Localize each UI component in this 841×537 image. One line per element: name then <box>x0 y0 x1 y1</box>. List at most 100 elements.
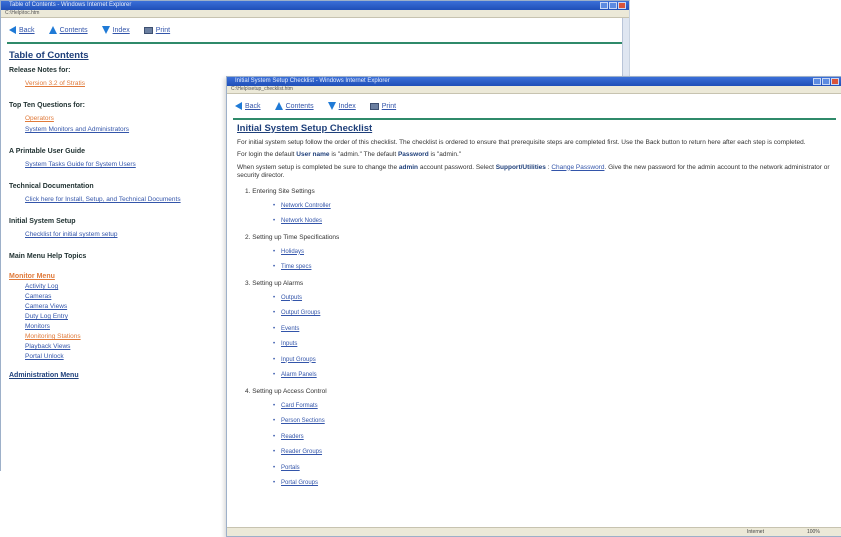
step-item-link[interactable]: Network Controller <box>281 203 331 209</box>
print-button[interactable]: Print <box>369 102 397 110</box>
back-label: Back <box>245 102 261 110</box>
login-text-2: is "admin." The default <box>329 151 398 158</box>
down-arrow-icon <box>327 102 336 110</box>
contents-button[interactable]: Contents <box>274 102 314 110</box>
user-name-label: User name <box>296 151 330 158</box>
step-item-link[interactable]: Input Groups <box>281 357 316 363</box>
step-item-link[interactable]: Events <box>281 326 299 332</box>
checklist-window-title: Initial System Setup Checklist - Windows… <box>235 78 390 84</box>
step-label: 1. Entering Site Settings <box>245 187 315 195</box>
step-item: Alarm Panels <box>273 368 832 384</box>
step-item: Portals <box>273 461 832 477</box>
back-label: Back <box>19 26 35 34</box>
step-item: Portal Groups <box>273 476 832 492</box>
contents-label: Contents <box>285 102 314 110</box>
contents-button[interactable]: Contents <box>48 26 88 34</box>
checklist-step: 2. Setting up Time Specifications Holiday… <box>245 233 832 276</box>
step-item: Card Formats <box>273 399 832 415</box>
back-arrow-icon <box>9 26 16 34</box>
step-item-list: Holidays Time specs <box>245 245 832 276</box>
step-item-list: Outputs Output Groups Events Inputs Input Gr… <box>245 291 832 384</box>
password-paragraph: When system setup is completed be sure t… <box>237 164 832 181</box>
step-item-link[interactable]: Alarm Panels <box>281 372 317 378</box>
step-item: Outputs <box>273 291 832 307</box>
checklist-toolbar: Back Contents Index Print <box>227 94 841 118</box>
admin-label: admin <box>398 163 419 171</box>
step-item: Person Sections <box>273 414 832 430</box>
support-utilities-label: Support/Utilities <box>495 163 546 171</box>
close-button[interactable] <box>618 2 626 9</box>
step-item: Readers <box>273 430 832 446</box>
print-label: Print <box>381 102 397 110</box>
checklist-step: 1. Entering Site Settings Network Control… <box>245 187 832 230</box>
checklist-window-titlebar: Initial System Setup Checklist - Windows… <box>227 77 841 86</box>
index-button[interactable]: Index <box>327 102 356 110</box>
toc-address-text: C:\Help\toc.htm <box>5 10 40 16</box>
step-item-link[interactable]: Readers <box>281 434 304 440</box>
toc-window-title: Table of Contents - Windows Internet Exp… <box>9 2 132 8</box>
window-controls <box>600 2 626 9</box>
toc-scrollbar[interactable] <box>622 18 629 76</box>
page-title: Initial System Setup Checklist <box>237 123 373 134</box>
step-item: Input Groups <box>273 353 832 369</box>
step-item: Network Controller <box>273 199 832 215</box>
back-button[interactable]: Back <box>9 26 35 34</box>
step-item: Holidays <box>273 245 832 261</box>
step-label: 2. Setting up Time Specifications <box>245 233 340 241</box>
step-label: 3. Setting up Alarms <box>245 279 304 287</box>
pw-text-2: account password. Select <box>418 163 496 171</box>
step-item: Events <box>273 322 832 338</box>
checklist-step: 3. Setting up Alarms Outputs Output Groups… <box>245 279 832 384</box>
step-item: Inputs <box>273 337 832 353</box>
toc-window-titlebar: Table of Contents - Windows Internet Exp… <box>1 1 629 10</box>
print-label: Print <box>155 26 171 34</box>
step-item: Network Nodes <box>273 214 832 230</box>
step-item-link[interactable]: Network Nodes <box>281 218 322 224</box>
print-button[interactable]: Print <box>143 26 171 34</box>
step-item-link[interactable]: Card Formats <box>281 403 318 409</box>
step-item-link[interactable]: Time specs <box>281 264 311 270</box>
step-item-link[interactable]: Person Sections <box>281 418 325 424</box>
back-button[interactable]: Back <box>235 102 261 110</box>
step-item-link[interactable]: Outputs <box>281 295 302 301</box>
step-item-list: Network Controller Network Nodes <box>245 199 832 230</box>
login-paragraph: For login the default User name is "admi… <box>237 151 832 160</box>
step-item-link[interactable]: Reader Groups <box>281 449 322 455</box>
toc-section-heading: Release Notes for: <box>9 67 71 74</box>
back-arrow-icon <box>235 102 242 110</box>
up-arrow-icon <box>274 102 283 110</box>
maximize-button[interactable] <box>822 78 830 85</box>
checklist-address-bar[interactable]: C:\Help\setup_checklist.htm <box>227 86 841 94</box>
step-item-link[interactable]: Inputs <box>281 341 297 347</box>
minimize-button[interactable] <box>813 78 821 85</box>
window-controls <box>813 78 839 85</box>
checklist-content: Initial System Setup Checklist For initi… <box>227 120 841 494</box>
step-item: Time specs <box>273 260 832 276</box>
toc-title: Table of Contents <box>9 50 89 61</box>
step-item-link[interactable]: Portal Groups <box>281 480 318 486</box>
toc-toolbar: Back Contents Index Print <box>1 18 629 42</box>
step-item-link[interactable]: Holidays <box>281 249 304 255</box>
step-item: Reader Groups <box>273 445 832 461</box>
step-item-link[interactable]: Output Groups <box>281 310 320 316</box>
print-icon <box>143 26 153 34</box>
intro-paragraph: For initial system setup follow the orde… <box>237 138 806 146</box>
step-item-list: Card Formats Person Sections Readers Reader… <box>245 399 832 492</box>
step-item-link[interactable]: Portals <box>281 465 300 471</box>
down-arrow-icon <box>101 26 110 34</box>
minimize-button[interactable] <box>600 2 608 9</box>
index-label: Index <box>338 102 356 110</box>
index-button[interactable]: Index <box>101 26 130 34</box>
checklist-window: Initial System Setup Checklist - Windows… <box>226 76 841 537</box>
login-text-3: is "admin." <box>428 151 462 158</box>
maximize-button[interactable] <box>609 2 617 9</box>
toc-address-bar[interactable]: C:\Help\toc.htm <box>1 10 629 18</box>
password-label: Password <box>397 151 429 158</box>
pw-text-1: When system setup is completed be sure t… <box>237 163 399 171</box>
close-button[interactable] <box>831 78 839 85</box>
login-text-1: For login the default <box>237 151 297 158</box>
change-password-link[interactable]: Change Password <box>551 164 604 171</box>
index-label: Index <box>112 26 130 34</box>
contents-label: Contents <box>59 26 88 34</box>
checklist-steps: 1. Entering Site Settings Network Control… <box>237 187 832 492</box>
